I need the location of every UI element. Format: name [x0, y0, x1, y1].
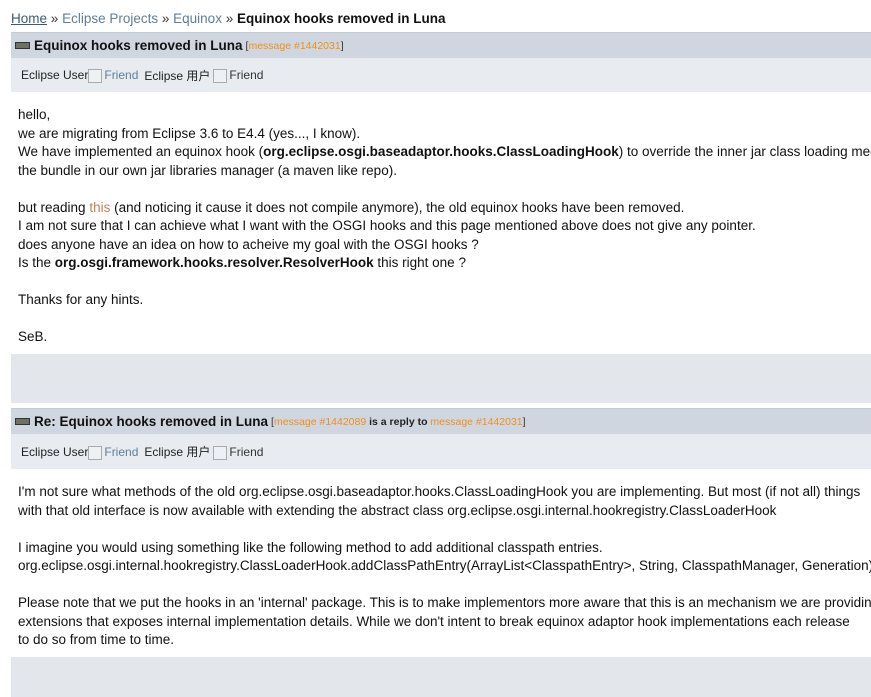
body-line: Is the org.osgi.framework.hooks.resolver…: [18, 255, 466, 270]
friend-link[interactable]: Friend: [88, 68, 139, 83]
body-line: Thanks for any hints.: [18, 292, 144, 307]
post-header: Re: Equinox hooks removed in Luna [messa…: [11, 408, 871, 434]
post-footer: [11, 354, 871, 403]
breadcrumb-home-link[interactable]: Home: [11, 11, 47, 26]
post-2: Re: Equinox hooks removed in Luna [messa…: [11, 408, 871, 697]
friend-link[interactable]: Friend: [213, 68, 264, 83]
post-footer: [11, 657, 871, 697]
body-line: SeB.: [18, 329, 48, 344]
body-line: extensions that exposes internal impleme…: [18, 613, 850, 629]
body-line: I imagine you would using something like…: [18, 539, 603, 555]
breadcrumb: Home » Eclipse Projects » Equinox » Equi…: [11, 11, 446, 26]
body-line: We have implemented an equinox hook (org…: [18, 144, 871, 159]
author-name-cn: Eclipse 用户: [144, 445, 211, 459]
collapse-icon[interactable]: [15, 418, 30, 425]
post-body: I'm not sure what methods of the old org…: [11, 469, 871, 657]
author-name-cn: Eclipse 用户: [144, 68, 211, 83]
body-line: hello,: [18, 107, 51, 122]
author-bar: Eclipse User Friend Eclipse 用户 Friend: [11, 58, 871, 92]
post-header: Equinox hooks removed in Luna [message #…: [11, 32, 871, 58]
breadcrumb-equinox-link[interactable]: Equinox: [173, 11, 222, 26]
breadcrumb-eclipse-projects-link[interactable]: Eclipse Projects: [62, 11, 158, 26]
post-1: Equinox hooks removed in Luna [message #…: [11, 32, 871, 403]
collapse-icon[interactable]: [15, 42, 30, 49]
friend-label: Friend: [104, 444, 139, 459]
message-link[interactable]: message #1442031: [248, 40, 340, 52]
friend-link[interactable]: Friend: [213, 444, 264, 460]
post-meta: [message #1442089 is a reply to message …: [271, 415, 526, 428]
this-link[interactable]: this: [89, 200, 110, 215]
body-line: does anyone have an idea on how to achei…: [18, 236, 479, 252]
post-title: Re: Equinox hooks removed in Luna: [34, 414, 269, 429]
body-line: org.eclipse.osgi.internal.hookregistry.C…: [18, 558, 871, 573]
body-line: to do so from time to time.: [18, 632, 175, 647]
breadcrumb-current: Equinox hooks removed in Luna: [237, 11, 446, 26]
friend-link[interactable]: Friend: [88, 444, 139, 460]
friend-icon: [88, 445, 103, 460]
breadcrumb-separator: »: [50, 11, 59, 26]
friend-icon: [213, 69, 228, 83]
body-line: Please note that we put the hooks in an …: [18, 595, 871, 610]
body-line: but reading this (and noticing it cause …: [18, 199, 685, 215]
post-meta: [message #1442031]: [245, 39, 344, 52]
body-line: the bundle in our own jar libraries mana…: [18, 162, 397, 178]
friend-icon: [88, 69, 103, 83]
post-title: Equinox hooks removed in Luna: [34, 38, 243, 53]
friend-label: Friend: [229, 68, 264, 82]
friend-icon: [213, 445, 228, 460]
breadcrumb-separator: »: [161, 11, 170, 26]
author-name[interactable]: Eclipse User: [21, 445, 88, 459]
author-bar: Eclipse User Friend Eclipse 用户 Friend: [11, 434, 871, 469]
body-line: I'm not sure what methods of the old org…: [18, 484, 861, 499]
body-line: I am not sure that I can achieve what I …: [18, 218, 756, 233]
message-link[interactable]: message #1442089: [274, 416, 366, 428]
friend-label: Friend: [104, 68, 139, 82]
post-body: hello, we are migrating from Eclipse 3.6…: [11, 92, 871, 354]
friend-label: Friend: [229, 444, 264, 459]
body-line: we are migrating from Eclipse 3.6 to E4.…: [18, 125, 361, 141]
author-name[interactable]: Eclipse User: [21, 68, 88, 82]
reply-to-link[interactable]: message #1442031: [430, 416, 522, 428]
breadcrumb-separator: »: [225, 11, 234, 26]
body-line: with that old interface is now available…: [18, 502, 777, 518]
